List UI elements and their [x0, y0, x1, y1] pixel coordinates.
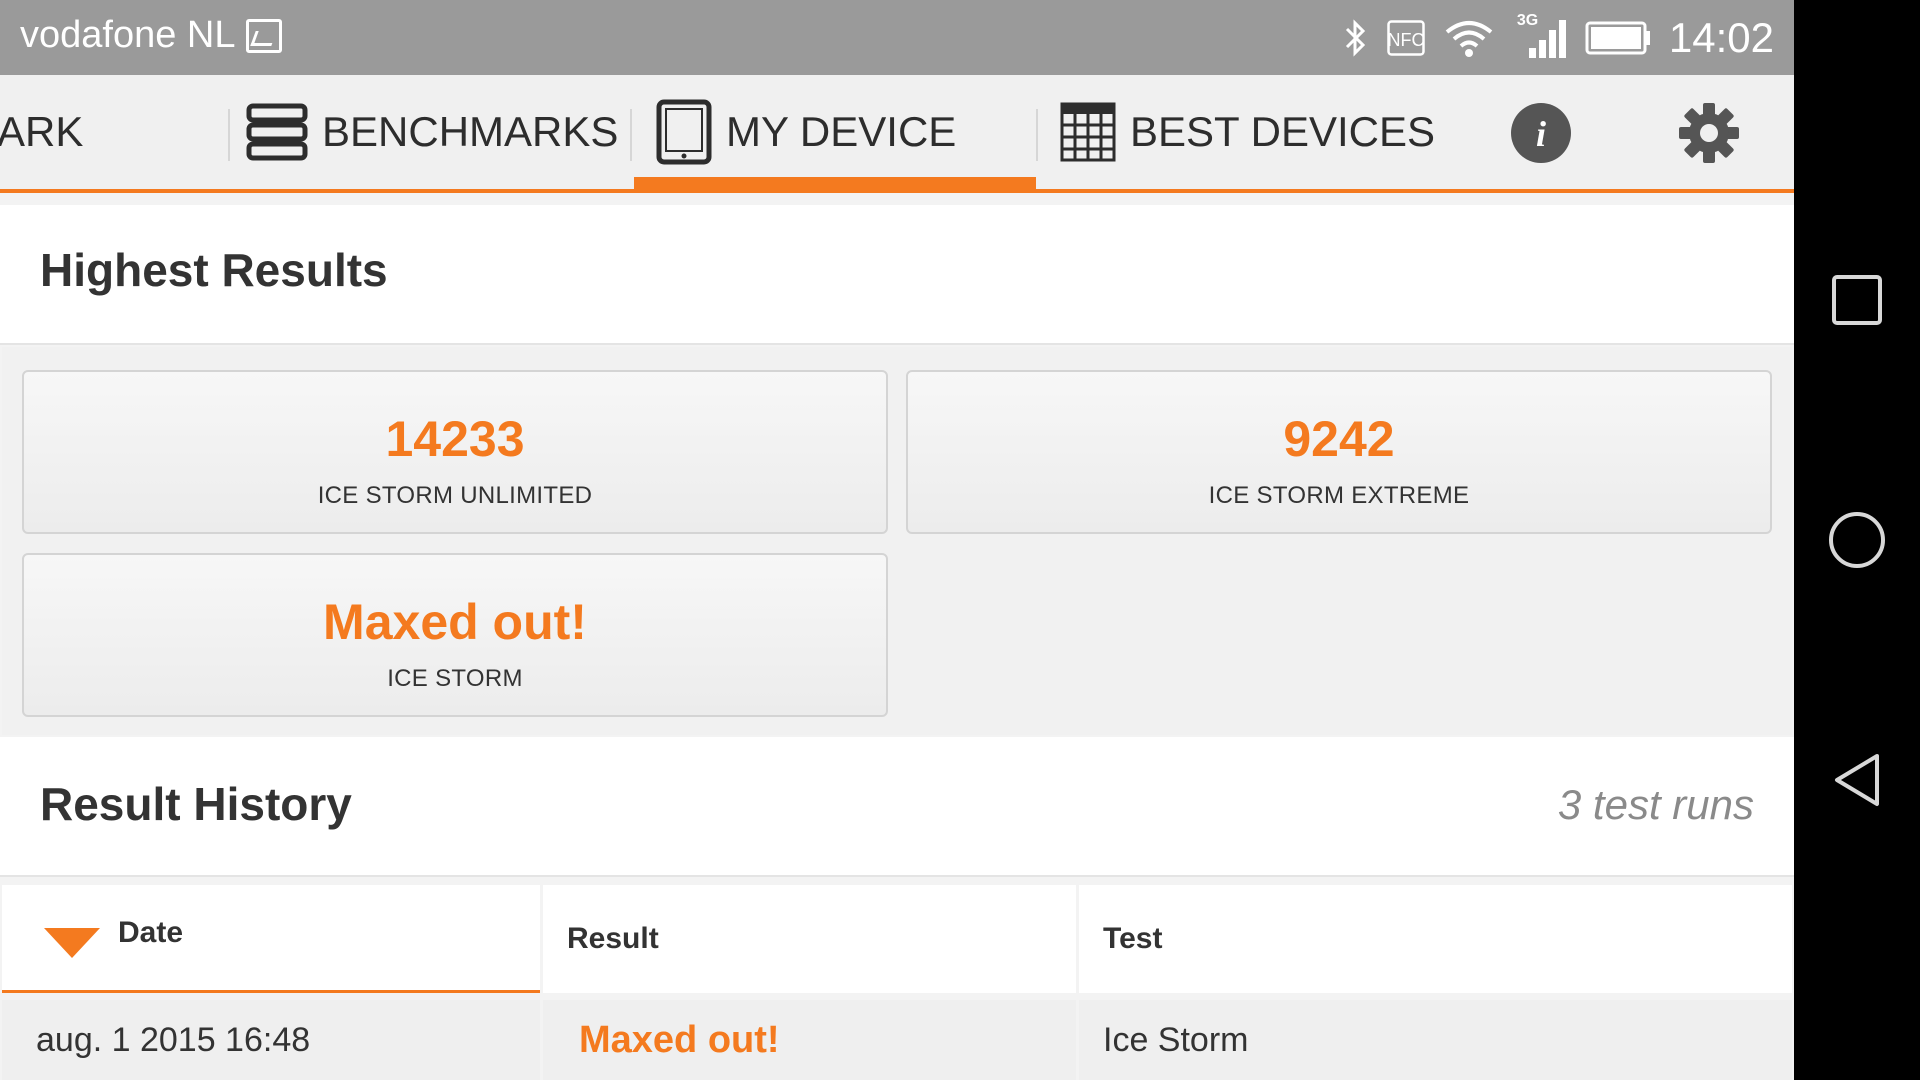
nfc-icon: NFC — [1387, 20, 1425, 56]
battery-icon — [1585, 21, 1651, 55]
gear-icon — [1679, 103, 1739, 163]
tab-divider — [1036, 109, 1038, 161]
table-row-result[interactable]: Maxed out! — [543, 1000, 1076, 1080]
list-icon — [246, 103, 308, 161]
back-triangle-icon — [1835, 754, 1879, 806]
card-score: 9242 — [1283, 411, 1395, 467]
tab-my-device[interactable]: MY DEVICE — [634, 75, 1036, 189]
nfc-label: NFC — [1387, 30, 1424, 50]
column-header-result[interactable]: Result — [543, 885, 1076, 993]
section-title: Highest Results — [40, 244, 388, 296]
wifi-icon — [1443, 18, 1495, 58]
tab-label: MARK — [0, 108, 84, 155]
table-row-date[interactable]: aug. 1 2015 16:48 — [2, 1000, 540, 1080]
card-label: ICE STORM UNLIMITED — [317, 482, 593, 509]
sort-descending-icon — [44, 927, 100, 958]
result-card-ice-storm-extreme[interactable]: 9242 ICE STORM EXTREME — [906, 370, 1772, 534]
result-history-header: Result History 3 test runs — [0, 737, 1794, 877]
tab-divider — [630, 109, 632, 161]
info-button[interactable]: i — [1510, 102, 1572, 164]
settings-button[interactable] — [1678, 102, 1740, 164]
circle-icon — [1829, 512, 1885, 568]
highest-results-header: Highest Results — [0, 205, 1794, 345]
column-label: Date — [118, 915, 184, 949]
card-label: ICE STORM — [387, 665, 523, 692]
card-label: ICE STORM EXTREME — [1208, 482, 1470, 509]
column-label: Test — [1103, 922, 1163, 955]
network-type: 3G — [1516, 12, 1539, 29]
bluetooth-icon — [1343, 18, 1369, 58]
app-screen: vodafone NL NFC 3G 14:02 MARK — [0, 0, 1794, 1080]
card-score: Maxed out! — [323, 594, 587, 650]
tab-bar: MARK BENCHMARKS MY DEVICE BEST DEVICES i — [0, 75, 1794, 193]
row-date: aug. 1 2015 16:48 — [36, 1020, 311, 1059]
carrier: vodafone NL — [20, 14, 282, 57]
column-header-test[interactable]: Test — [1079, 885, 1792, 993]
tab-3dmark[interactable]: MARK — [0, 75, 212, 189]
tab-label: BENCHMARKS — [322, 108, 619, 155]
home-button[interactable] — [1825, 508, 1889, 572]
table-row-test[interactable]: Ice Storm — [1079, 1000, 1792, 1080]
row-result: Maxed out! — [579, 1018, 780, 1061]
carrier-name: vodafone NL — [20, 14, 236, 56]
tab-label: BEST DEVICES — [1130, 108, 1435, 155]
back-button[interactable] — [1825, 748, 1889, 812]
navigation-bar — [1794, 0, 1920, 1080]
section-title: Result History — [40, 778, 352, 830]
tab-best-devices[interactable]: BEST DEVICES — [1060, 75, 1440, 189]
clock: 14:02 — [1668, 14, 1774, 61]
screenshot-notification-icon — [245, 18, 282, 53]
status-bar: vodafone NL NFC 3G 14:02 — [0, 0, 1794, 75]
column-header-date[interactable]: Date — [2, 885, 540, 993]
card-score: 14233 — [385, 411, 525, 467]
tab-divider — [228, 109, 230, 161]
test-run-count: 3 test runs — [1557, 781, 1754, 828]
svg-text:i: i — [1536, 114, 1546, 154]
signal-icon: 3G — [1513, 12, 1567, 60]
column-label: Result — [567, 922, 659, 955]
row-test: Ice Storm — [1103, 1020, 1249, 1059]
result-card-ice-storm[interactable]: Maxed out! ICE STORM — [22, 553, 888, 717]
grid-icon — [1060, 102, 1116, 162]
highest-results-panel: 14233 ICE STORM UNLIMITED 9242 ICE STORM… — [2, 347, 1792, 735]
square-icon — [1832, 275, 1882, 325]
status-icons: NFC 3G 14:02 — [1343, 12, 1774, 64]
tab-label: MY DEVICE — [726, 108, 957, 155]
recents-button[interactable] — [1825, 268, 1889, 332]
tablet-icon — [656, 99, 712, 165]
info-icon: i — [1511, 103, 1571, 163]
tab-benchmarks[interactable]: BENCHMARKS — [246, 75, 626, 189]
result-card-ice-storm-unlimited[interactable]: 14233 ICE STORM UNLIMITED — [22, 370, 888, 534]
